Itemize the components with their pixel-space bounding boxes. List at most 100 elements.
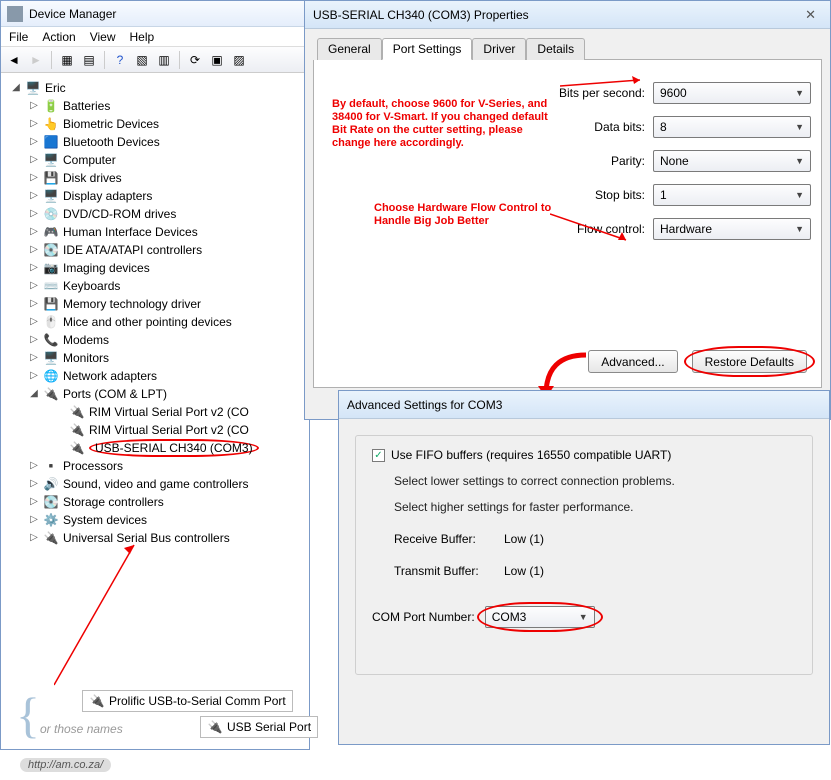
node-label: Network adapters	[63, 367, 157, 385]
tree-child[interactable]: 🔌RIM Virtual Serial Port v2 (CO	[11, 421, 303, 439]
parity-value: None	[660, 154, 689, 168]
tree-node[interactable]: ▷⌨️Keyboards	[11, 277, 303, 295]
tool-icon[interactable]: ▥	[155, 51, 173, 69]
tree-node[interactable]: ▷🔊Sound, video and game controllers	[11, 475, 303, 493]
tool-icon[interactable]: ▧	[133, 51, 151, 69]
tree-node[interactable]: ▷🔋Batteries	[11, 97, 303, 115]
close-icon[interactable]: ✕	[799, 7, 822, 23]
expander-icon[interactable]: ▷	[29, 133, 39, 151]
tab-general[interactable]: General	[317, 38, 382, 60]
expander-icon[interactable]: ▷	[29, 259, 39, 277]
port-icon: 🔌	[69, 440, 85, 456]
chevron-down-icon: ▼	[579, 612, 588, 622]
dm-titlebar: Device Manager	[1, 1, 309, 27]
tree-node[interactable]: ▷💾Disk drives	[11, 169, 303, 187]
menu-view[interactable]: View	[90, 30, 116, 44]
tree-node[interactable]: ▷💽Storage controllers	[11, 493, 303, 511]
node-label: Processors	[63, 457, 123, 475]
advanced-button[interactable]: Advanced...	[588, 350, 677, 373]
expander-icon[interactable]: ▷	[29, 115, 39, 133]
tab-details[interactable]: Details	[526, 38, 585, 60]
expander-icon[interactable]: ▷	[29, 511, 39, 529]
tool-icon[interactable]: ▦	[58, 51, 76, 69]
tabs: General Port Settings Driver Details	[317, 37, 822, 60]
tab-driver[interactable]: Driver	[472, 38, 526, 60]
com-port-select[interactable]: COM3▼	[485, 606, 595, 628]
tree-node[interactable]: ▷🔌Universal Serial Bus controllers	[11, 529, 303, 547]
forward-icon[interactable]: ►	[27, 51, 45, 69]
expander-icon[interactable]: ◢	[29, 385, 39, 403]
tree-node[interactable]: ▷💽IDE ATA/ATAPI controllers	[11, 241, 303, 259]
flow-select[interactable]: Hardware▼	[653, 218, 811, 240]
node-label: Disk drives	[63, 169, 122, 187]
fifo-label: Use FIFO buffers (requires 16550 compati…	[391, 448, 671, 462]
tree-node[interactable]: ▷🖥️Monitors	[11, 349, 303, 367]
expander-icon[interactable]: ▷	[29, 241, 39, 259]
tree-node[interactable]: ▷📞Modems	[11, 331, 303, 349]
tab-port-settings[interactable]: Port Settings	[382, 38, 473, 60]
tree-node[interactable]: ▷🖱️Mice and other pointing devices	[11, 313, 303, 331]
expander-icon[interactable]: ▷	[29, 151, 39, 169]
tool-icon[interactable]: ▣	[208, 51, 226, 69]
device-icon: 🖥️	[43, 152, 59, 168]
stop-select[interactable]: 1▼	[653, 184, 811, 206]
expander-icon[interactable]: ▷	[29, 313, 39, 331]
menu-action[interactable]: Action	[42, 30, 75, 44]
port-icon: 🔌	[89, 693, 105, 709]
annotation-1: By default, choose 9600 for V-Series, an…	[332, 98, 562, 150]
expander-icon[interactable]: ▷	[29, 169, 39, 187]
expander-icon[interactable]: ▷	[29, 475, 39, 493]
node-label: DVD/CD-ROM drives	[63, 205, 176, 223]
tree-node[interactable]: ▷▪️Processors	[11, 457, 303, 475]
tree-node[interactable]: ▷📷Imaging devices	[11, 259, 303, 277]
tree-node[interactable]: ▷🌐Network adapters	[11, 367, 303, 385]
expander-icon[interactable]: ▷	[29, 367, 39, 385]
expander-icon[interactable]: ▷	[29, 529, 39, 547]
tx-low: Low (1)	[504, 564, 544, 578]
tree-node[interactable]: ▷🟦Bluetooth Devices	[11, 133, 303, 151]
data-select[interactable]: 8▼	[653, 116, 811, 138]
tool-icon[interactable]: ▤	[80, 51, 98, 69]
menu-file[interactable]: File	[9, 30, 28, 44]
tree-node[interactable]: ▷⚙️System devices	[11, 511, 303, 529]
root-node[interactable]: ◢🖥️ Eric	[11, 79, 303, 97]
expander-icon[interactable]: ▷	[29, 457, 39, 475]
float-label-text: USB Serial Port	[227, 720, 311, 734]
rx-low: Low (1)	[504, 532, 544, 546]
tree-node[interactable]: ▷💿DVD/CD-ROM drives	[11, 205, 303, 223]
device-tree[interactable]: ◢🖥️ Eric ▷🔋Batteries▷👆Biometric Devices▷…	[1, 73, 309, 553]
dm-title-text: Device Manager	[29, 7, 116, 21]
tree-child[interactable]: 🔌RIM Virtual Serial Port v2 (CO	[11, 403, 303, 421]
refresh-icon[interactable]: ⟳	[186, 51, 204, 69]
tree-node[interactable]: ▷🖥️Computer	[11, 151, 303, 169]
advanced-settings-dialog: Advanced Settings for COM3 ✓ Use FIFO bu…	[338, 390, 830, 745]
tree-node[interactable]: ▷🖥️Display adapters	[11, 187, 303, 205]
tool-icon[interactable]: ▨	[230, 51, 248, 69]
expander-icon[interactable]: ▷	[29, 277, 39, 295]
parity-select[interactable]: None▼	[653, 150, 811, 172]
adv-titlebar: Advanced Settings for COM3	[339, 391, 829, 419]
expander-icon[interactable]: ▷	[29, 223, 39, 241]
bps-select[interactable]: 9600▼	[653, 82, 811, 104]
fifo-group: ✓ Use FIFO buffers (requires 16550 compa…	[355, 435, 813, 675]
tree-node[interactable]: ▷💾Memory technology driver	[11, 295, 303, 313]
tree-node[interactable]: ◢🔌Ports (COM & LPT)	[11, 385, 303, 403]
expander-icon[interactable]: ▷	[29, 97, 39, 115]
tree-child[interactable]: 🔌USB-SERIAL CH340 (COM3)	[11, 439, 303, 457]
expander-icon[interactable]: ▷	[29, 295, 39, 313]
root-label: Eric	[45, 79, 66, 97]
expander-icon[interactable]: ▷	[29, 493, 39, 511]
expander-icon[interactable]: ▷	[29, 205, 39, 223]
menu-help[interactable]: Help	[130, 30, 155, 44]
fifo-checkbox-row[interactable]: ✓ Use FIFO buffers (requires 16550 compa…	[372, 448, 796, 462]
restore-defaults-button[interactable]: Restore Defaults	[692, 350, 807, 373]
tree-node[interactable]: ▷🎮Human Interface Devices	[11, 223, 303, 241]
tree-node[interactable]: ▷👆Biometric Devices	[11, 115, 303, 133]
expander-icon[interactable]: ▷	[29, 187, 39, 205]
help-icon[interactable]: ?	[111, 51, 129, 69]
expander-icon[interactable]: ▷	[29, 331, 39, 349]
expander-icon[interactable]: ▷	[29, 349, 39, 367]
back-icon[interactable]: ◄	[5, 51, 23, 69]
checkbox-icon[interactable]: ✓	[372, 449, 385, 462]
float-label-prolific: 🔌 Prolific USB-to-Serial Comm Port	[82, 690, 293, 712]
